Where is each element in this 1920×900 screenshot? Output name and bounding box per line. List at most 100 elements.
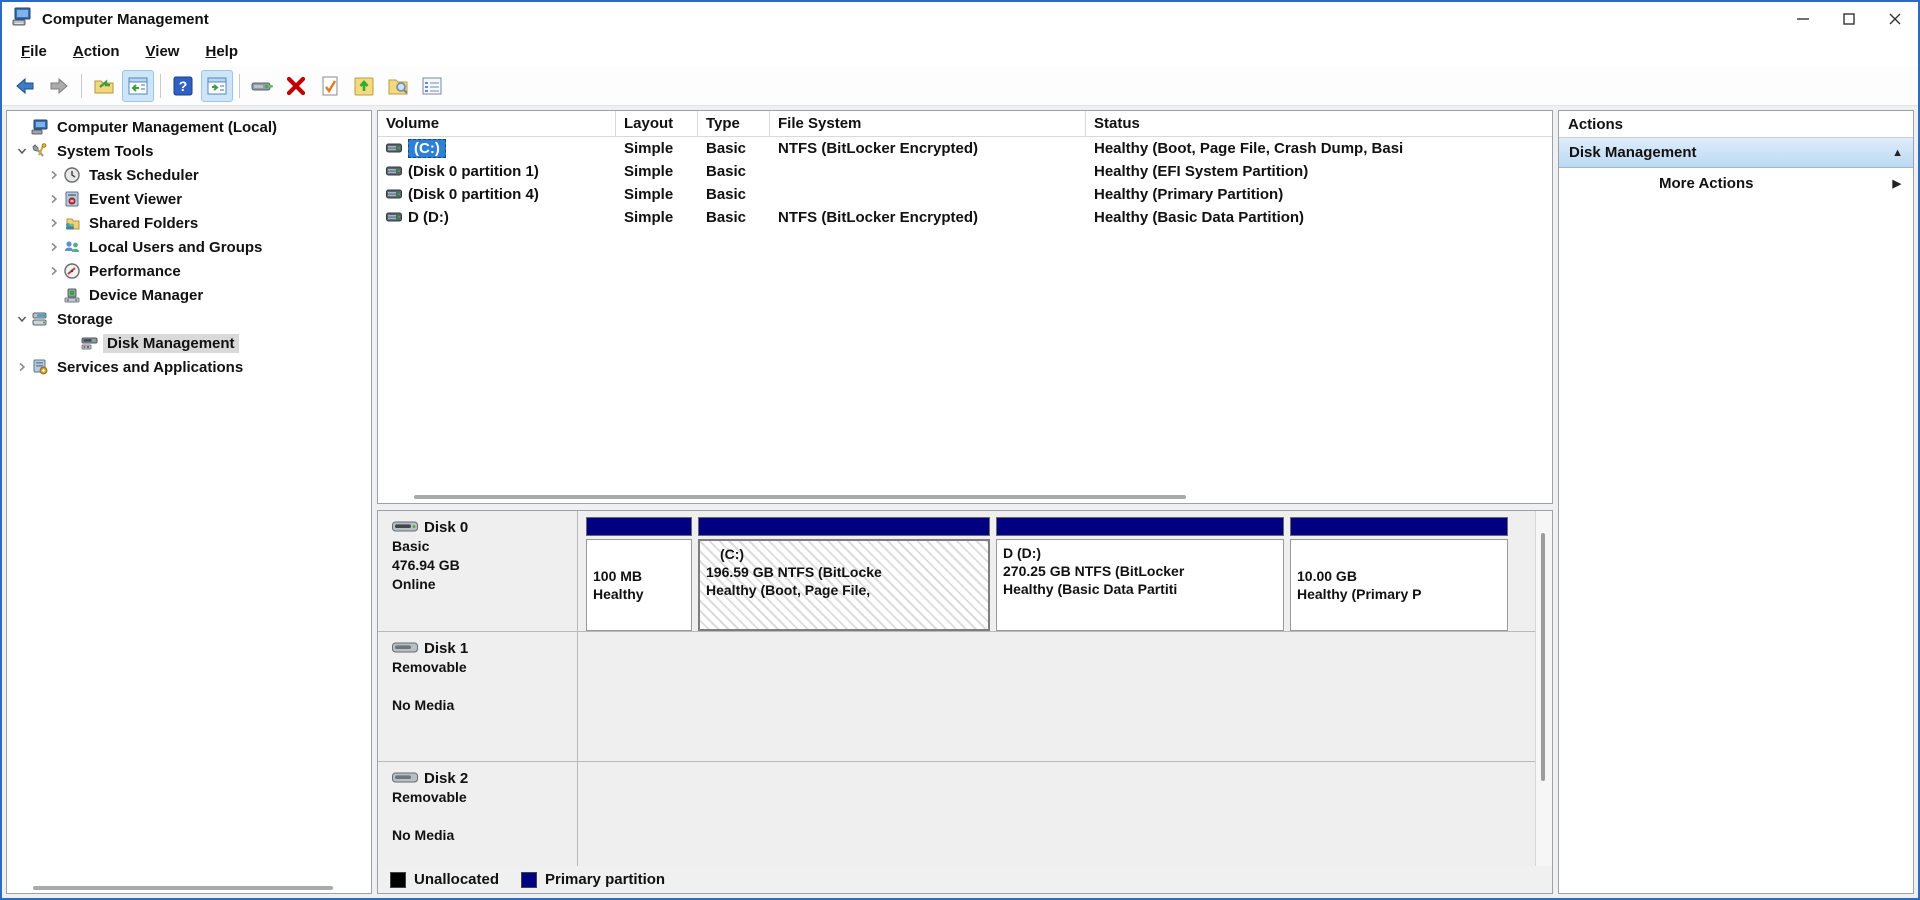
- partition-size: 100 MB: [593, 568, 643, 584]
- back-icon[interactable]: [9, 70, 41, 102]
- disk-1-label[interactable]: Disk 1 Removable No Media: [378, 632, 578, 761]
- toolbar: ?: [2, 66, 1918, 106]
- volume-icon: [386, 140, 402, 157]
- menu-help[interactable]: Help: [192, 40, 251, 63]
- delete-icon[interactable]: [280, 70, 312, 102]
- partition-d[interactable]: D (D:) 270.25 GB NTFS (BitLocker Healthy…: [996, 517, 1284, 631]
- chevron-down-icon[interactable]: [13, 314, 31, 324]
- show-console-tree-folder-icon[interactable]: [88, 70, 120, 102]
- sidebar-item-local-users-and-groups[interactable]: Local Users and Groups: [7, 235, 371, 259]
- collapse-arrow-icon[interactable]: ▲: [1892, 147, 1903, 159]
- volume-status: Healthy (EFI System Partition): [1094, 163, 1309, 180]
- sidebar-item-disk-management[interactable]: Disk Management: [7, 331, 371, 355]
- disk-view-scrollbar-track[interactable]: [1535, 511, 1552, 866]
- volume-type: Basic: [706, 140, 747, 157]
- menu-action[interactable]: Action: [60, 40, 133, 63]
- volume-name: (Disk 0 partition 4): [408, 186, 539, 203]
- volume-layout: Simple: [624, 140, 674, 157]
- disk-status: No Media: [392, 697, 455, 713]
- sidebar-item-performance[interactable]: Performance: [7, 259, 371, 283]
- chevron-right-icon[interactable]: [45, 170, 63, 180]
- chevron-right-icon[interactable]: [45, 242, 63, 252]
- tree-horizontal-scrollbar[interactable]: [33, 886, 333, 890]
- more-actions-item[interactable]: More Actions ▶: [1559, 168, 1913, 198]
- console-tree: Computer Management (Local) System Tools…: [6, 110, 372, 894]
- volume-layout: Simple: [624, 209, 674, 226]
- column-header-type[interactable]: Type: [698, 111, 770, 136]
- volume-file-system: NTFS (BitLocker Encrypted): [778, 209, 979, 226]
- sidebar-item-storage[interactable]: Storage: [7, 307, 371, 331]
- table-row[interactable]: (Disk 0 partition 1) Simple Basic Health…: [378, 160, 1552, 183]
- disk-1-partitions: [578, 632, 1552, 761]
- volume-icon: [386, 186, 402, 203]
- partition-size: 10.00 GB: [1297, 568, 1357, 584]
- help-icon[interactable]: ?: [167, 70, 199, 102]
- maximize-button[interactable]: [1826, 2, 1872, 36]
- volume-list: Volume Layout Type File System Status (C…: [377, 110, 1553, 504]
- partition-status: Healthy: [593, 586, 644, 602]
- sidebar-item-task-scheduler[interactable]: Task Scheduler: [7, 163, 371, 187]
- disk-0-row: Disk 0 Basic 476.94 GB Online 100 MB Hea…: [378, 511, 1552, 632]
- table-row[interactable]: (C:) Simple Basic NTFS (BitLocker Encryp…: [378, 137, 1552, 160]
- disk-0-label[interactable]: Disk 0 Basic 476.94 GB Online: [378, 511, 578, 631]
- title-bar: Computer Management: [2, 2, 1918, 36]
- disk-2-label[interactable]: Disk 2 Removable No Media: [378, 762, 578, 866]
- sidebar-item-label: Computer Management (Local): [57, 118, 278, 136]
- volume-name: (C:): [408, 139, 446, 158]
- partition-c[interactable]: (C:) 196.59 GB NTFS (BitLocke Healthy (B…: [698, 517, 990, 631]
- volume-list-header: Volume Layout Type File System Status: [378, 111, 1552, 137]
- folder-view-icon[interactable]: [382, 70, 414, 102]
- partition-recovery[interactable]: 10.00 GB Healthy (Primary P: [1290, 517, 1508, 631]
- folder-up-icon[interactable]: [348, 70, 380, 102]
- menu-file[interactable]: File: [8, 40, 60, 63]
- partition-color-bar: [996, 517, 1284, 536]
- menu-view[interactable]: View: [133, 40, 193, 63]
- sidebar-item-label: Performance: [89, 262, 181, 280]
- properties-checklist-icon[interactable]: [416, 70, 448, 102]
- storage-icon: [31, 311, 53, 327]
- legend-label: Unallocated: [414, 871, 500, 888]
- mark-partition-active-icon[interactable]: [314, 70, 346, 102]
- legend: Unallocated Primary partition: [378, 866, 1552, 893]
- table-row[interactable]: D (D:) Simple Basic NTFS (BitLocker Encr…: [378, 206, 1552, 229]
- volume-status: Healthy (Primary Partition): [1094, 186, 1284, 203]
- column-header-status[interactable]: Status: [1086, 111, 1552, 136]
- volume-list-horizontal-scrollbar[interactable]: [414, 495, 1186, 499]
- disk-view-scrollbar-thumb[interactable]: [1541, 533, 1545, 781]
- sidebar-item-computer-management[interactable]: Computer Management (Local): [7, 115, 371, 139]
- partition-color-bar: [586, 517, 692, 536]
- sidebar-item-services-and-applications[interactable]: Services and Applications: [7, 355, 371, 379]
- volume-status: Healthy (Boot, Page File, Crash Dump, Ba…: [1094, 140, 1404, 157]
- sidebar-item-shared-folders[interactable]: Shared Folders: [7, 211, 371, 235]
- sidebar-item-system-tools[interactable]: System Tools: [7, 139, 371, 163]
- partition-efi[interactable]: 100 MB Healthy: [586, 517, 692, 631]
- disk-icon: [392, 769, 418, 788]
- column-header-volume[interactable]: Volume: [378, 111, 616, 136]
- disk-name: Disk 1: [424, 640, 469, 657]
- column-header-layout[interactable]: Layout: [616, 111, 698, 136]
- gauge-icon: [63, 263, 85, 279]
- sidebar-item-label: Device Manager: [89, 286, 204, 304]
- chevron-right-icon[interactable]: [45, 218, 63, 228]
- remote-computer-icon[interactable]: [246, 70, 278, 102]
- disk-management-icon: [81, 335, 103, 351]
- forward-icon[interactable]: [43, 70, 75, 102]
- column-header-file-system[interactable]: File System: [770, 111, 1086, 136]
- sidebar-item-device-manager[interactable]: Device Manager: [7, 283, 371, 307]
- close-button[interactable]: [1872, 2, 1918, 36]
- console-tree-toggle-icon[interactable]: [122, 69, 154, 102]
- table-row[interactable]: (Disk 0 partition 4) Simple Basic Health…: [378, 183, 1552, 206]
- partition-size: 270.25 GB NTFS (BitLocker: [1003, 563, 1185, 579]
- menu-bar: File Action View Help: [2, 36, 1918, 66]
- action-pane-toggle-icon[interactable]: [201, 69, 233, 102]
- chevron-right-icon[interactable]: [45, 266, 63, 276]
- disk-graphical-view: Disk 0 Basic 476.94 GB Online 100 MB Hea…: [377, 510, 1553, 894]
- chevron-right-icon[interactable]: [45, 194, 63, 204]
- minimize-button[interactable]: [1780, 2, 1826, 36]
- sidebar-item-event-viewer[interactable]: Event Viewer: [7, 187, 371, 211]
- chevron-down-icon[interactable]: [13, 146, 31, 156]
- actions-group-disk-management[interactable]: Disk Management ▲: [1559, 138, 1913, 168]
- partition-name: D (D:): [1003, 545, 1042, 561]
- legend-primary-partition: Primary partition: [521, 871, 665, 888]
- chevron-right-icon[interactable]: [13, 362, 31, 372]
